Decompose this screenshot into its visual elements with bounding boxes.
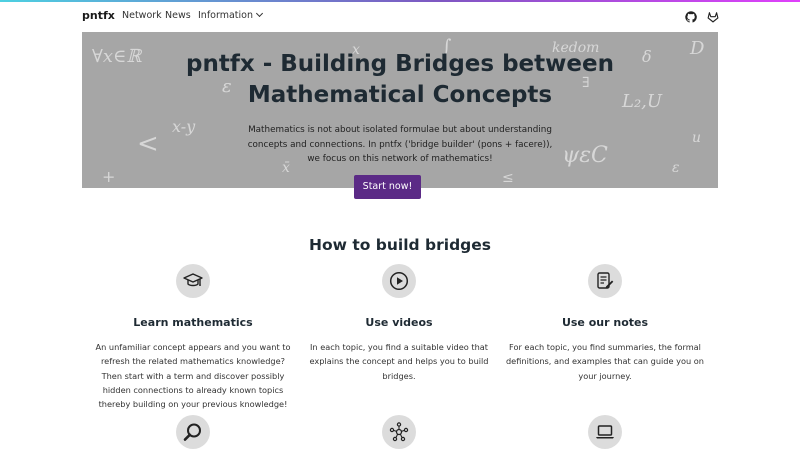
play-icon xyxy=(389,271,409,291)
section-title: How to build bridges xyxy=(308,236,492,254)
bg-math-9: ≤ xyxy=(502,170,514,186)
hero-lead-line2: concepts and connections. In pntfx ('bri… xyxy=(247,139,553,150)
feature-text-videos-line: explains the concept and helps you to bu… xyxy=(309,356,489,367)
nav-link-network[interactable]: Network xyxy=(122,10,162,21)
network-icon xyxy=(389,422,409,442)
bg-math-10: ε xyxy=(672,160,680,176)
graduation-cap-icon xyxy=(183,273,203,287)
feature-text-learn: An unfamiliar concept appears and you wa… xyxy=(93,340,293,411)
chevron-down-icon xyxy=(255,9,264,18)
feature-text-learn-line: hidden connections to already known topi… xyxy=(102,384,284,395)
feature-text-learn-line: Then start with a term and discover poss… xyxy=(101,370,285,381)
hero-lead: Mathematics is not about isolated formul… xyxy=(235,123,565,167)
nav-dropdown-information[interactable]: Information xyxy=(198,9,264,21)
feature-text-notes: For each topic, you find summaries, the … xyxy=(505,340,705,383)
hero-title-line2: Mathematical Concepts xyxy=(247,82,553,108)
bg-math-3: + xyxy=(102,167,115,186)
feature-icon-circle-videos xyxy=(382,264,416,298)
laptop-icon xyxy=(596,425,614,439)
feature-icon-circle-notes xyxy=(588,264,622,298)
bg-math-15: u xyxy=(692,130,701,146)
feature-title-learn: Learn mathematics xyxy=(133,316,253,329)
hero-banner: ∀x∈ℝ x-y < + ε δ ψεC L₂,U x̄ ≤ ε D kedom… xyxy=(82,32,718,188)
feature-icon-circle-network xyxy=(382,415,416,449)
feature-icon-circle-search xyxy=(176,415,210,449)
hero-lead-line3: we focus on this network of mathematics! xyxy=(307,154,493,164)
magnifier-icon xyxy=(183,423,201,441)
feature-icon-circle-learn xyxy=(176,264,210,298)
nav-link-news[interactable]: News xyxy=(165,10,191,21)
feature-text-videos: In each topic, you find a suitable video… xyxy=(299,340,499,383)
start-now-button[interactable]: Start now! xyxy=(354,175,421,199)
feature-title-videos: Use videos xyxy=(365,316,433,329)
notes-icon xyxy=(597,272,614,289)
feature-text-notes-line: For each topic, you find summaries, the … xyxy=(509,342,701,352)
feature-icon-circle-laptop xyxy=(588,415,622,449)
brand-logo[interactable]: pntfx xyxy=(82,9,115,22)
feature-text-videos-line: bridges. xyxy=(382,370,416,381)
nav-link-information-label: Information xyxy=(198,10,253,21)
feature-text-notes-line: your journey. xyxy=(578,370,632,381)
hero-lead-line1: Mathematics is not about isolated formul… xyxy=(248,125,552,135)
bg-math-2: < xyxy=(137,129,159,159)
feature-title-notes: Use our notes xyxy=(561,316,649,329)
bg-math-1: x-y xyxy=(172,117,196,136)
feature-text-videos-line: In each topic, you find a suitable video… xyxy=(309,342,489,352)
navbar: pntfx Network News Information xyxy=(0,2,800,31)
feature-text-learn-line: refresh the related mathematics knowledg… xyxy=(101,356,285,367)
feature-text-learn-line: thereby building on your previous knowle… xyxy=(98,399,288,410)
hero-title-line1: pntfx - Building Bridges between xyxy=(186,51,614,77)
hero-title: pntfx - Building Bridges between Mathema… xyxy=(82,49,718,111)
bg-math-6: ψεC xyxy=(562,143,608,168)
feature-text-learn-line: An unfamiliar concept appears and you wa… xyxy=(95,342,291,352)
gitlab-icon[interactable] xyxy=(707,11,719,23)
feature-text-notes-line: definitions, and examples that can guide… xyxy=(505,356,704,367)
github-icon[interactable] xyxy=(685,11,697,23)
